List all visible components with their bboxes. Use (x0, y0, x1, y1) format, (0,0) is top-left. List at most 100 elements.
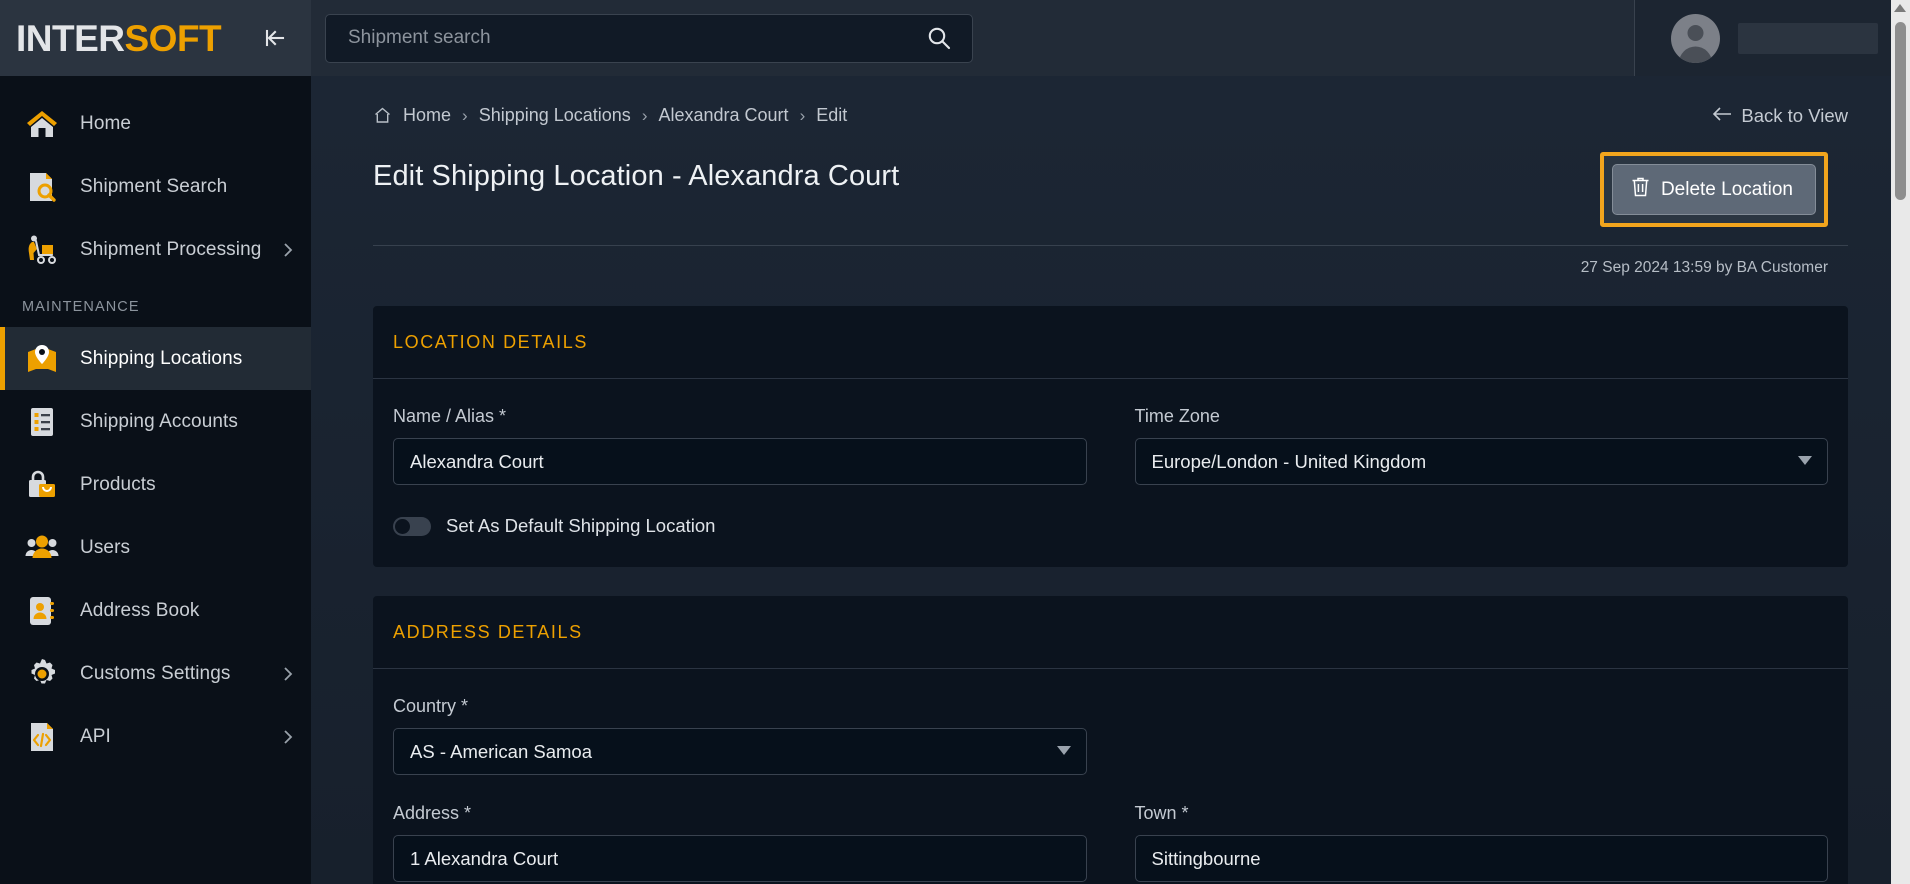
search-icon[interactable] (924, 23, 954, 53)
hand-truck-icon (22, 230, 62, 270)
town-label: Town * (1134, 803, 1189, 823)
default-location-toggle-row[interactable]: Set As Default Shipping Location (393, 515, 1828, 537)
sidebar-section-label: MAINTENANCE (22, 299, 140, 315)
avatar (1671, 13, 1720, 63)
sidebar-item-address-book[interactable]: Address Book (0, 579, 311, 642)
sidebar-item-home[interactable]: Home (0, 92, 311, 155)
gear-icon (22, 654, 62, 694)
user-name-label (1738, 22, 1878, 54)
sidebar-item-shipping-accounts[interactable]: Shipping Accounts (0, 390, 311, 453)
address-book-icon (22, 591, 62, 631)
breadcrumb-item-alexandra-court[interactable]: Alexandra Court (658, 105, 788, 126)
breadcrumb: Home › Shipping Locations › Alexandra Co… (373, 76, 1848, 126)
breadcrumb-separator: › (462, 105, 468, 125)
content-scroll-area: Home › Shipping Locations › Alexandra Co… (311, 76, 1910, 884)
list-document-icon (22, 402, 62, 442)
town-input[interactable] (1134, 835, 1828, 882)
address-town-row: Address * Town * (393, 803, 1828, 882)
sidebar-label: Shipment Processing (80, 238, 262, 260)
name-alias-field-group: Name / Alias * (393, 406, 1087, 485)
country-field-group: Country * (393, 696, 1087, 775)
sidebar-item-shipment-search[interactable]: Shipment Search (0, 155, 311, 218)
search-input[interactable] (346, 26, 924, 50)
page-title: Edit Shipping Location - Alexandra Court (373, 160, 900, 192)
sidebar-label: Home (80, 112, 132, 134)
address-field-group: Address * (393, 803, 1087, 882)
delete-location-button[interactable]: Delete Location (1611, 164, 1816, 215)
sidebar-label: Products (80, 473, 156, 495)
sidebar-label: Shipment Search (80, 175, 228, 197)
sidebar-label: Shipping Accounts (80, 410, 239, 432)
country-row-spacer (1135, 696, 1829, 775)
page-header: Edit Shipping Location - Alexandra Court (373, 126, 1848, 227)
breadcrumb-item-home[interactable]: Home (403, 105, 451, 126)
user-menu[interactable] (1634, 0, 1910, 76)
delete-location-highlight: Delete Location (1599, 152, 1828, 227)
app-logo[interactable]: INTERSOFT (16, 17, 222, 59)
location-details-card: LOCATION DETAILS Name / Alias * Time Zon… (373, 306, 1848, 567)
breadcrumb-item-shipping-locations[interactable]: Shipping Locations (479, 105, 631, 126)
chevron-right-icon (281, 241, 295, 259)
last-modified-meta: 27 Sep 2024 13:59 by BA Customer (1580, 259, 1828, 276)
breadcrumb-separator: › (799, 105, 806, 125)
set-default-shipping-location-label: Set As Default Shipping Location (446, 515, 716, 536)
sidebar-item-customs-settings[interactable]: Customs Settings (0, 642, 311, 705)
name-alias-label: Name / Alias * (393, 406, 507, 426)
shipment-search-box[interactable] (325, 13, 973, 63)
sidebar-label: API (80, 725, 111, 747)
app-root: INTERSOFT Home Shipment Search Shipment … (0, 0, 1910, 884)
sidebar-nav: Home Shipment Search Shipment Processing… (0, 76, 311, 884)
back-to-view-label: Back to View (1741, 105, 1848, 126)
sidebar-label: Users (80, 536, 131, 558)
address-details-title: ADDRESS DETAILS (373, 596, 1848, 669)
address-input[interactable] (393, 835, 1087, 882)
logo-text-soft: SOFT (124, 17, 222, 59)
timezone-field-group: Time Zone (1134, 406, 1828, 485)
products-bag-icon (22, 465, 62, 505)
arrow-left-icon (1712, 105, 1732, 127)
main-area: Home › Shipping Locations › Alexandra Co… (311, 0, 1910, 884)
delete-location-label: Delete Location (1660, 178, 1793, 200)
country-label: Country * (393, 696, 469, 716)
address-details-card: ADDRESS DETAILS Country * AS - American … (373, 596, 1848, 884)
trash-icon (1631, 176, 1650, 203)
timezone-select-wrap (1134, 438, 1828, 485)
breadcrumb-separator: › (641, 105, 648, 125)
brand-bar: INTERSOFT (0, 0, 311, 76)
sidebar-item-api[interactable]: API (0, 705, 311, 768)
country-select-wrap (393, 728, 1087, 775)
address-label: Address * (393, 803, 472, 823)
sidebar: INTERSOFT Home Shipment Search Shipment … (0, 0, 311, 884)
home-icon (22, 104, 62, 144)
breadcrumb-item-edit: Edit (816, 105, 848, 125)
sidebar-item-shipment-processing[interactable]: Shipment Processing (0, 218, 311, 281)
back-to-view-link[interactable]: Back to View (1712, 105, 1848, 127)
topbar (311, 0, 1910, 76)
name-alias-input[interactable] (393, 438, 1087, 485)
sidebar-item-shipping-locations[interactable]: Shipping Locations (0, 327, 311, 390)
scrollbar-thumb[interactable] (1895, 22, 1906, 200)
home-outline-icon[interactable] (373, 106, 392, 125)
country-select[interactable] (393, 728, 1087, 775)
sidebar-label: Address Book (80, 599, 200, 621)
content-inner: Home › Shipping Locations › Alexandra Co… (337, 76, 1884, 884)
map-pin-icon (22, 339, 62, 379)
page-scrollbar[interactable] (1891, 0, 1910, 884)
location-details-title: LOCATION DETAILS (373, 306, 1848, 379)
logo-text-inter: INTER (16, 17, 125, 59)
sidebar-item-users[interactable]: Users (0, 516, 311, 579)
document-search-icon (22, 167, 62, 207)
collapse-sidebar-icon[interactable] (257, 22, 293, 54)
set-default-shipping-location-toggle[interactable] (393, 516, 431, 536)
country-row: Country * (393, 696, 1828, 775)
timezone-label: Time Zone (1134, 406, 1220, 426)
chevron-right-icon (281, 728, 295, 746)
chevron-right-icon (281, 665, 295, 683)
location-details-row: Name / Alias * Time Zone (393, 406, 1828, 485)
town-field-group: Town * (1134, 803, 1828, 882)
toggle-knob (395, 518, 410, 534)
scroll-up-arrow-icon[interactable] (1894, 4, 1906, 12)
timezone-select[interactable] (1134, 438, 1828, 485)
location-details-body: Name / Alias * Time Zone (373, 379, 1848, 567)
sidebar-item-products[interactable]: Products (0, 453, 311, 516)
